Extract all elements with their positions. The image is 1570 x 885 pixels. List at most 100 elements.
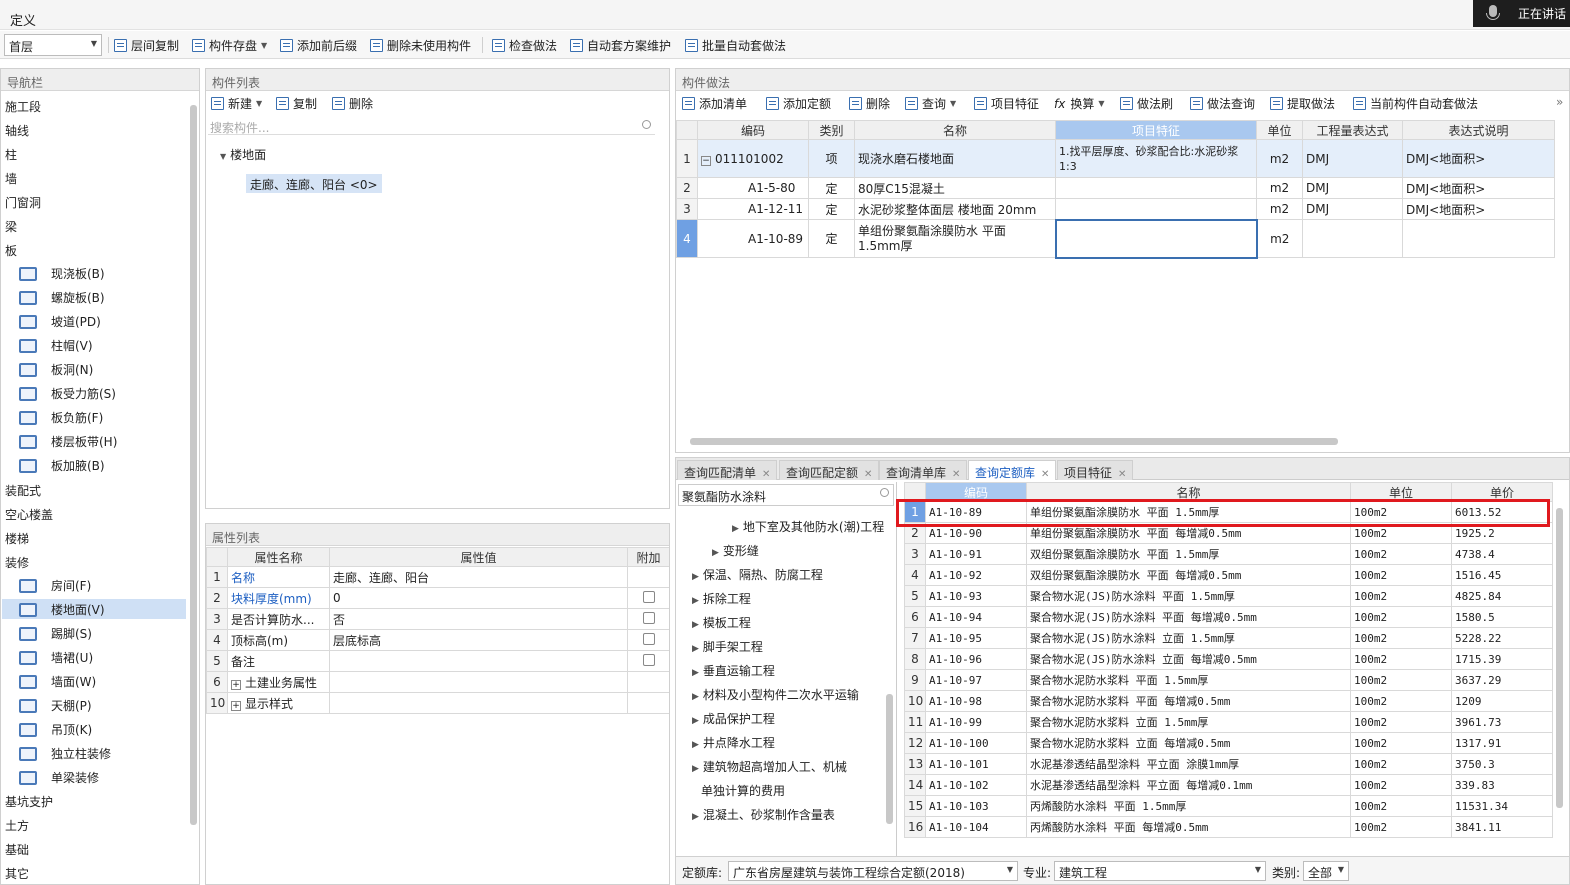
nav-item[interactable]: 梁 (5, 218, 17, 235)
nav-item[interactable]: 空心楼盖 (5, 506, 53, 523)
nav-sub-item[interactable]: 墙裙(U) (19, 649, 93, 666)
unit-cell[interactable]: 100m2 (1350, 564, 1452, 586)
tree-item[interactable]: ▶ 材料及小型构件二次水平运输 (692, 686, 859, 703)
unit-cell[interactable]: 100m2 (1350, 585, 1452, 607)
unit-cell[interactable]: 100m2 (1350, 774, 1452, 796)
delete-method-button[interactable]: 删除 (849, 95, 890, 112)
close-icon[interactable]: ✕ (1118, 469, 1126, 480)
table-row[interactable]: 11 A1-10-99 聚合物水泥防水浆料 立面 1.5mm厚 100m2 3961.7… (904, 711, 1553, 733)
tree-item[interactable]: ▶ 拆除工程 (692, 590, 751, 607)
price-cell[interactable]: 1715.39 (1451, 648, 1553, 670)
unit-cell[interactable]: 100m2 (1350, 627, 1452, 649)
quota-search-input[interactable]: 聚氨酯防水涂料 (678, 484, 894, 506)
name-cell[interactable]: 聚合物水泥(JS)防水涂料 平面 1.5mm厚 (1026, 585, 1351, 607)
prop-value[interactable] (329, 650, 628, 672)
table-row[interactable]: 14 A1-10-102 水泥基渗透结晶型涂料 平立面 每增减0.1mm 100m2 3… (904, 774, 1553, 796)
table-row[interactable]: 16 A1-10-104 丙烯酸防水涂料 平面 每增减0.5mm 100m2 3841.… (904, 816, 1553, 838)
prop-value[interactable]: 层底标高 (329, 629, 628, 651)
tree-item[interactable]: ▶ 模板工程 (692, 614, 751, 631)
nav-sub-item[interactable]: 房间(F) (19, 577, 91, 594)
nav-sub-item[interactable]: 楼层板带(H) (19, 433, 117, 450)
nav-item[interactable]: 楼梯 (5, 530, 29, 547)
tree-item[interactable]: ▶ 混凝土、砂浆制作含量表 (692, 806, 835, 823)
table-row[interactable]: 12 A1-10-100 聚合物水泥防水浆料 立面 每增减0.5mm 100m2 131… (904, 732, 1553, 754)
attach-checkbox[interactable] (642, 653, 655, 666)
code-cell[interactable]: A1-10-89 (697, 219, 809, 258)
name-cell[interactable]: 丙烯酸防水涂料 平面 每增减0.5mm (1026, 816, 1351, 838)
item-feature-button[interactable]: 项目特征 (974, 95, 1039, 112)
name-cell[interactable]: 80厚C15混凝土 (854, 177, 1056, 199)
close-icon[interactable]: ✕ (1041, 469, 1049, 480)
nav-item[interactable]: 装修 (5, 554, 29, 571)
copy-button[interactable]: 复制 (276, 95, 317, 112)
tree-item[interactable]: ▶ 垂直运输工程 (692, 662, 775, 679)
name-cell[interactable]: 水泥基渗透结晶型涂料 平立面 涂膜1mm厚 (1026, 753, 1351, 775)
code-cell[interactable]: A1-10-91 (925, 543, 1027, 565)
component-search-input[interactable]: 搜索构件... (208, 117, 655, 135)
tree-item[interactable]: ▶ 变形缝 (712, 542, 759, 559)
tree-item[interactable]: ▶ 成品保护工程 (692, 710, 775, 727)
nav-item[interactable]: 墙 (5, 170, 17, 187)
nav-sub-item-floor[interactable]: 楼地面(V) (19, 601, 105, 618)
nav-item[interactable]: 施工段 (5, 98, 41, 115)
table-row[interactable]: 2 A1-5-80 定 80厚C15混凝土 m2 DMJ DMJ<地面积> (676, 177, 1555, 199)
price-cell[interactable]: 3961.73 (1451, 711, 1553, 733)
table-row[interactable]: 9 A1-10-97 聚合物水泥防水浆料 平面 1.5mm厚 100m2 3637.29 (904, 669, 1553, 691)
code-cell[interactable]: A1-10-97 (925, 669, 1027, 691)
code-cell[interactable]: A1-10-98 (925, 690, 1027, 712)
nav-item[interactable]: 轴线 (5, 122, 29, 139)
code-cell[interactable]: A1-12-11 (697, 198, 809, 220)
tab-match-list[interactable]: 查询匹配清单 ✕ (677, 460, 778, 480)
name-cell[interactable]: 聚合物水泥防水浆料 平面 每增减0.5mm (1026, 690, 1351, 712)
table-row[interactable]: 4 顶标高(m) 层底标高 (206, 629, 669, 651)
nav-sub-item[interactable]: 板加腋(B) (19, 457, 105, 474)
nav-sub-item[interactable]: 墙面(W) (19, 673, 96, 690)
name-cell[interactable]: 聚合物水泥(JS)防水涂料 平面 每增减0.5mm (1026, 606, 1351, 628)
add-list-button[interactable]: 添加清单 (682, 95, 747, 112)
tab-quota-library[interactable]: 查询定额库 ✕ (968, 460, 1057, 480)
add-prefix-suffix-button[interactable]: 添加前后缀 (280, 37, 357, 54)
price-cell[interactable]: 3750.3 (1451, 753, 1553, 775)
method-brush-button[interactable]: 做法刷 (1120, 95, 1173, 112)
name-cell[interactable]: 双组份聚氨酯涂膜防水 平面 1.5mm厚 (1026, 543, 1351, 565)
code-cell[interactable]: A1-10-104 (925, 816, 1027, 838)
method-hscrollbar[interactable] (690, 438, 1338, 445)
prop-group[interactable]: + 显示样式 (227, 692, 330, 714)
code-cell[interactable]: −011101002 (697, 139, 809, 178)
component-item-selected[interactable]: 走廊、连廊、阳台 <0> (246, 174, 382, 193)
code-cell[interactable]: A1-10-94 (925, 606, 1027, 628)
table-row[interactable]: 2 块料厚度(mm) 0 (206, 587, 669, 609)
close-icon[interactable]: ✕ (762, 469, 770, 480)
nav-sub-item[interactable]: 单梁装修 (19, 769, 99, 786)
query-button[interactable]: 查询 ▼ (905, 95, 956, 112)
tree-item[interactable]: ▶ 井点降水工程 (692, 734, 775, 751)
tree-node-floor[interactable]: ▼ 楼地面 (220, 146, 266, 163)
nav-item[interactable]: 其它 (5, 865, 29, 882)
tab-item-feature[interactable]: 项目特征 ✕ (1057, 460, 1134, 480)
unit-cell[interactable]: 100m2 (1350, 753, 1452, 775)
unit-cell[interactable]: 100m2 (1350, 543, 1452, 565)
table-row[interactable]: 6 + 土建业务属性 (206, 671, 669, 693)
name-cell[interactable]: 水泥基渗透结晶型涂料 平立面 每增减0.1mm (1026, 774, 1351, 796)
nav-item[interactable]: 板 (5, 242, 17, 259)
table-row[interactable]: 4 A1-10-92 双组份聚氨酯涂膜防水 平面 每增减0.5mm 100m2 1516… (904, 564, 1553, 586)
nav-item[interactable]: 门窗洞 (5, 194, 41, 211)
expr-cell[interactable]: DMJ (1302, 139, 1403, 178)
close-icon[interactable]: ✕ (864, 469, 872, 480)
table-row[interactable]: 3 是否计算防水... 否 (206, 608, 669, 630)
nav-sub-item[interactable]: 板受力筋(S) (19, 385, 116, 402)
auto-scheme-button[interactable]: 自动套方案维护 (570, 37, 671, 54)
name-cell[interactable]: 聚合物水泥防水浆料 平面 1.5mm厚 (1026, 669, 1351, 691)
code-cell[interactable]: A1-10-99 (925, 711, 1027, 733)
table-row[interactable]: 10 + 显示样式 (206, 692, 669, 714)
tree-item[interactable]: 单独计算的费用 (701, 782, 785, 799)
price-cell[interactable]: 1317.91 (1451, 732, 1553, 754)
table-row[interactable]: 3 A1-12-11 定水泥砂浆整体面层 楼地面 20mm m2 DMJ DMJ<地面积> (676, 198, 1555, 220)
price-cell[interactable]: 11531.34 (1451, 795, 1553, 817)
prop-group[interactable]: + 土建业务属性 (227, 671, 330, 693)
tree-item[interactable]: ▶ 脚手架工程 (692, 638, 763, 655)
quota-library-select[interactable]: 广东省房屋建筑与装饰工程综合定额(2018) ▼ (728, 861, 1018, 881)
nav-sub-item[interactable]: 柱帽(V) (19, 337, 93, 354)
more-icon[interactable]: » (1556, 95, 1563, 109)
name-cell[interactable]: 聚合物水泥(JS)防水涂料 立面 1.5mm厚 (1026, 627, 1351, 649)
